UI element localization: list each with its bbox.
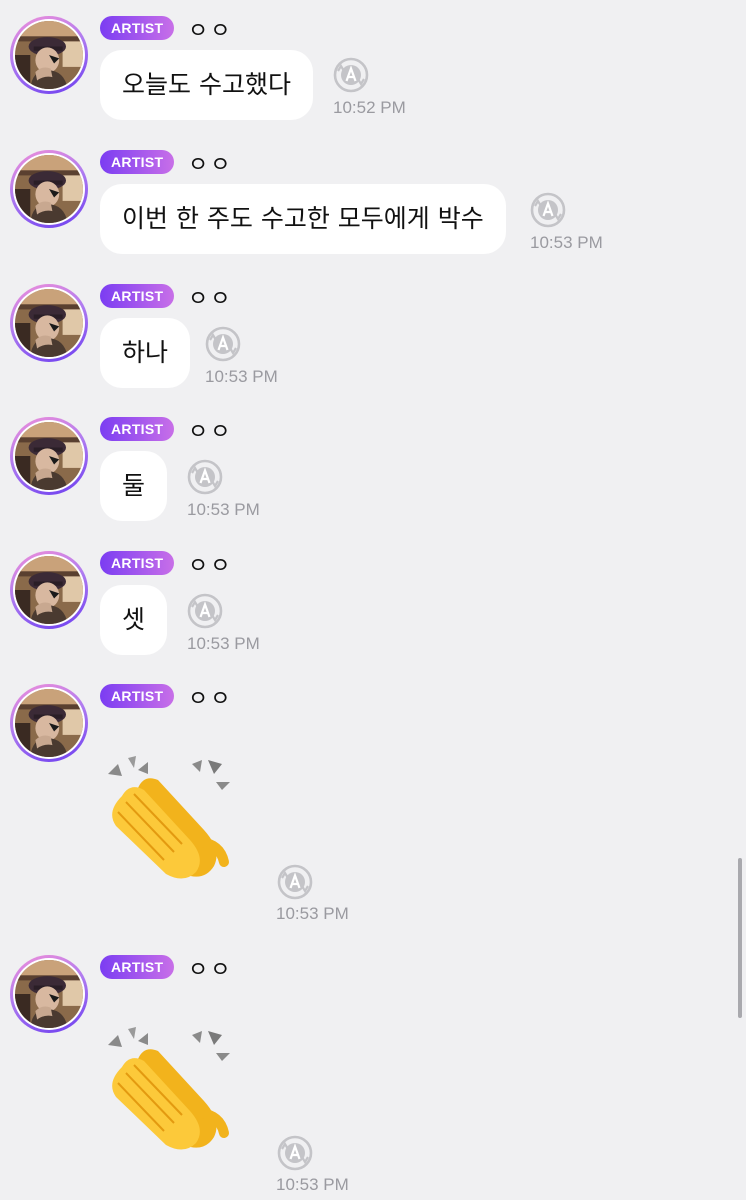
- scrollbar[interactable]: [738, 858, 742, 1018]
- message-time: 10:53 PM: [187, 500, 260, 519]
- artist-badge: ARTIST: [100, 284, 175, 308]
- message-bubble: 둘: [100, 451, 168, 521]
- artist-badge: ARTIST: [100, 684, 175, 708]
- sender-name: ㅇㅇ: [188, 957, 233, 982]
- message-time: 10:53 PM: [187, 634, 260, 653]
- artist-avatar[interactable]: [10, 955, 88, 1033]
- message-time: 10:52 PM: [333, 98, 406, 117]
- translate-icon[interactable]: [530, 192, 566, 228]
- artist-badge: ARTIST: [100, 16, 175, 40]
- message-time: 10:53 PM: [276, 1175, 349, 1194]
- artist-avatar[interactable]: [10, 551, 88, 629]
- artist-avatar[interactable]: [10, 16, 88, 94]
- translate-icon[interactable]: [205, 326, 241, 362]
- artist-avatar[interactable]: [10, 417, 88, 495]
- translate-icon[interactable]: [187, 593, 223, 629]
- translate-icon[interactable]: [187, 459, 223, 495]
- artist-avatar[interactable]: [10, 150, 88, 228]
- sender-name: ㅇㅇ: [188, 419, 233, 444]
- message-bubble: 하나: [100, 318, 191, 388]
- translate-icon[interactable]: [277, 864, 313, 900]
- artist-badge: ARTIST: [100, 955, 175, 979]
- clapping-hands-emoji: [104, 1025, 236, 1157]
- message-time: 10:53 PM: [530, 233, 603, 252]
- sender-name: ㅇㅇ: [188, 553, 233, 578]
- sender-name: ㅇㅇ: [188, 686, 233, 711]
- artist-badge: ARTIST: [100, 150, 175, 174]
- sender-name: ㅇㅇ: [188, 152, 233, 177]
- translate-icon[interactable]: [277, 1135, 313, 1171]
- artist-badge: ARTIST: [100, 551, 175, 575]
- message-bubble: 오늘도 수고했다: [100, 50, 313, 120]
- artist-badge: ARTIST: [100, 417, 175, 441]
- message-bubble: 셋: [100, 585, 168, 655]
- message-time: 10:53 PM: [205, 367, 278, 386]
- sender-name: ㅇㅇ: [188, 286, 233, 311]
- message-bubble: 이번 한 주도 수고한 모두에게 박수: [100, 184, 506, 254]
- message-time: 10:53 PM: [276, 904, 349, 923]
- translate-icon[interactable]: [333, 57, 369, 93]
- clapping-hands-emoji: [104, 754, 236, 886]
- artist-avatar[interactable]: [10, 284, 88, 362]
- sender-name: ㅇㅇ: [188, 18, 233, 43]
- artist-avatar[interactable]: [10, 684, 88, 762]
